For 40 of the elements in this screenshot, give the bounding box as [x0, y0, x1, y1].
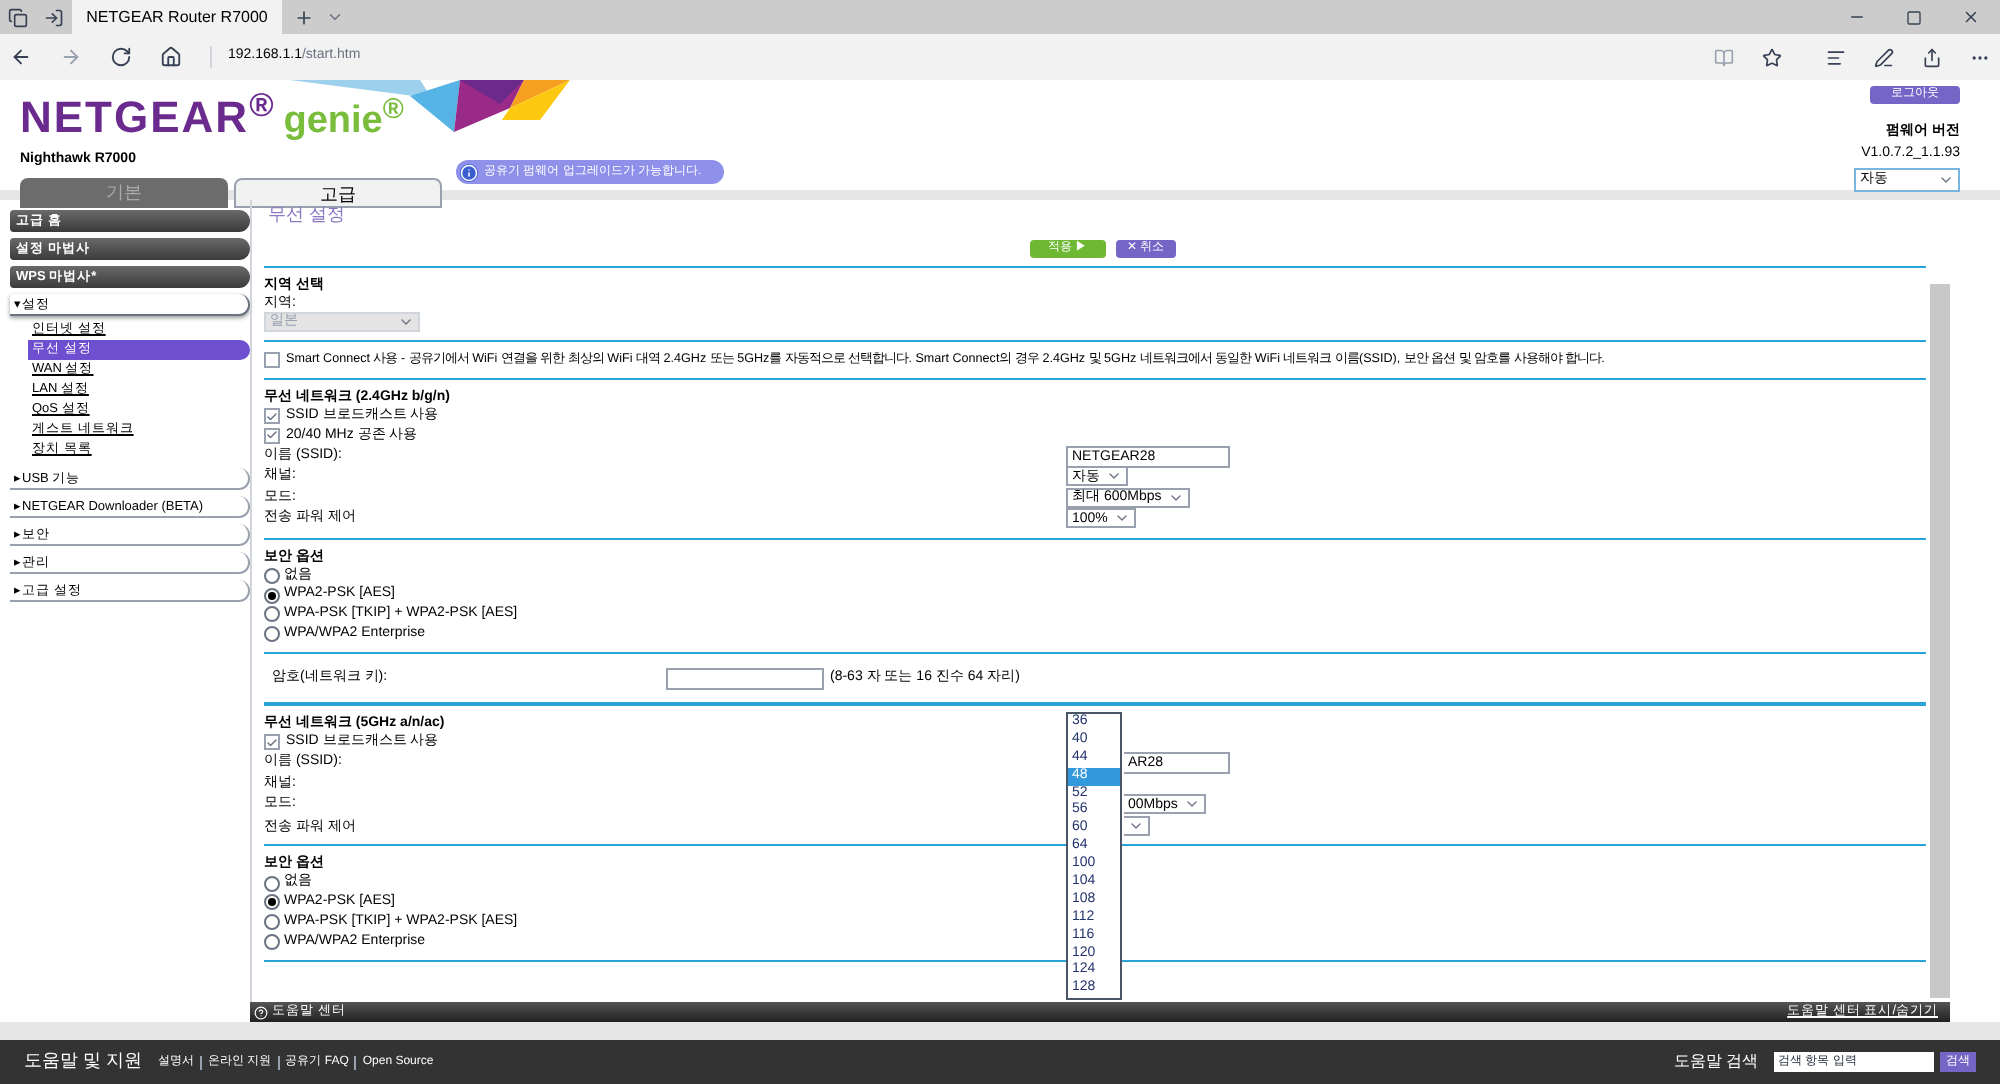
- chevron-icon: [1106, 468, 1122, 484]
- radio-button[interactable]: [264, 933, 280, 950]
- radio-button[interactable]: [264, 587, 280, 604]
- browser-tab[interactable]: NETGEAR Router R7000: [72, 0, 282, 34]
- radio-button[interactable]: [264, 914, 280, 931]
- chevron-icon: [1113, 510, 1130, 526]
- radio-button[interactable]: [264, 626, 280, 643]
- footer-title: 도움말 및 지원: [24, 1048, 143, 1075]
- checkbox[interactable]: [264, 734, 280, 751]
- new-tab-icon[interactable]: [294, 7, 314, 27]
- hub-icon[interactable]: [1826, 47, 1846, 67]
- chevron-icon[interactable]: [326, 8, 344, 26]
- dropdown[interactable]: [1124, 815, 1150, 836]
- chevron-icon: [1938, 172, 1954, 188]
- maximize-icon[interactable]: [1906, 9, 1922, 25]
- scrollbar[interactable]: [1930, 284, 1950, 998]
- home-icon[interactable]: [160, 46, 182, 68]
- favorite-icon[interactable]: [1762, 47, 1782, 67]
- pen-icon[interactable]: [1874, 47, 1894, 67]
- brand-logo: NETGEAR$^{®}$: [20, 96, 276, 140]
- page-title: 무선 설정: [266, 203, 348, 228]
- tabs-icon[interactable]: [8, 7, 28, 27]
- search-label: 도움말 검색: [1673, 1050, 1758, 1074]
- checkbox[interactable]: [264, 352, 280, 368]
- radio-button[interactable]: [264, 606, 280, 623]
- tab[interactable]: 고급: [234, 177, 442, 207]
- chevron-icon: [398, 314, 414, 330]
- refresh-icon[interactable]: [110, 46, 132, 68]
- help-icon: [254, 1005, 268, 1019]
- back-icon[interactable]: [10, 46, 32, 68]
- radio-button[interactable]: [264, 875, 280, 892]
- password-field[interactable]: [666, 667, 824, 690]
- checkbox[interactable]: [264, 427, 280, 444]
- checkbox[interactable]: [264, 408, 280, 425]
- close-icon[interactable]: [1962, 8, 1980, 26]
- radio-button[interactable]: [264, 894, 280, 911]
- product-logo: genie$^{®}$: [283, 100, 404, 144]
- set-aside-icon[interactable]: [44, 7, 64, 27]
- radio-button[interactable]: [264, 567, 280, 584]
- share-icon[interactable]: [1922, 47, 1942, 67]
